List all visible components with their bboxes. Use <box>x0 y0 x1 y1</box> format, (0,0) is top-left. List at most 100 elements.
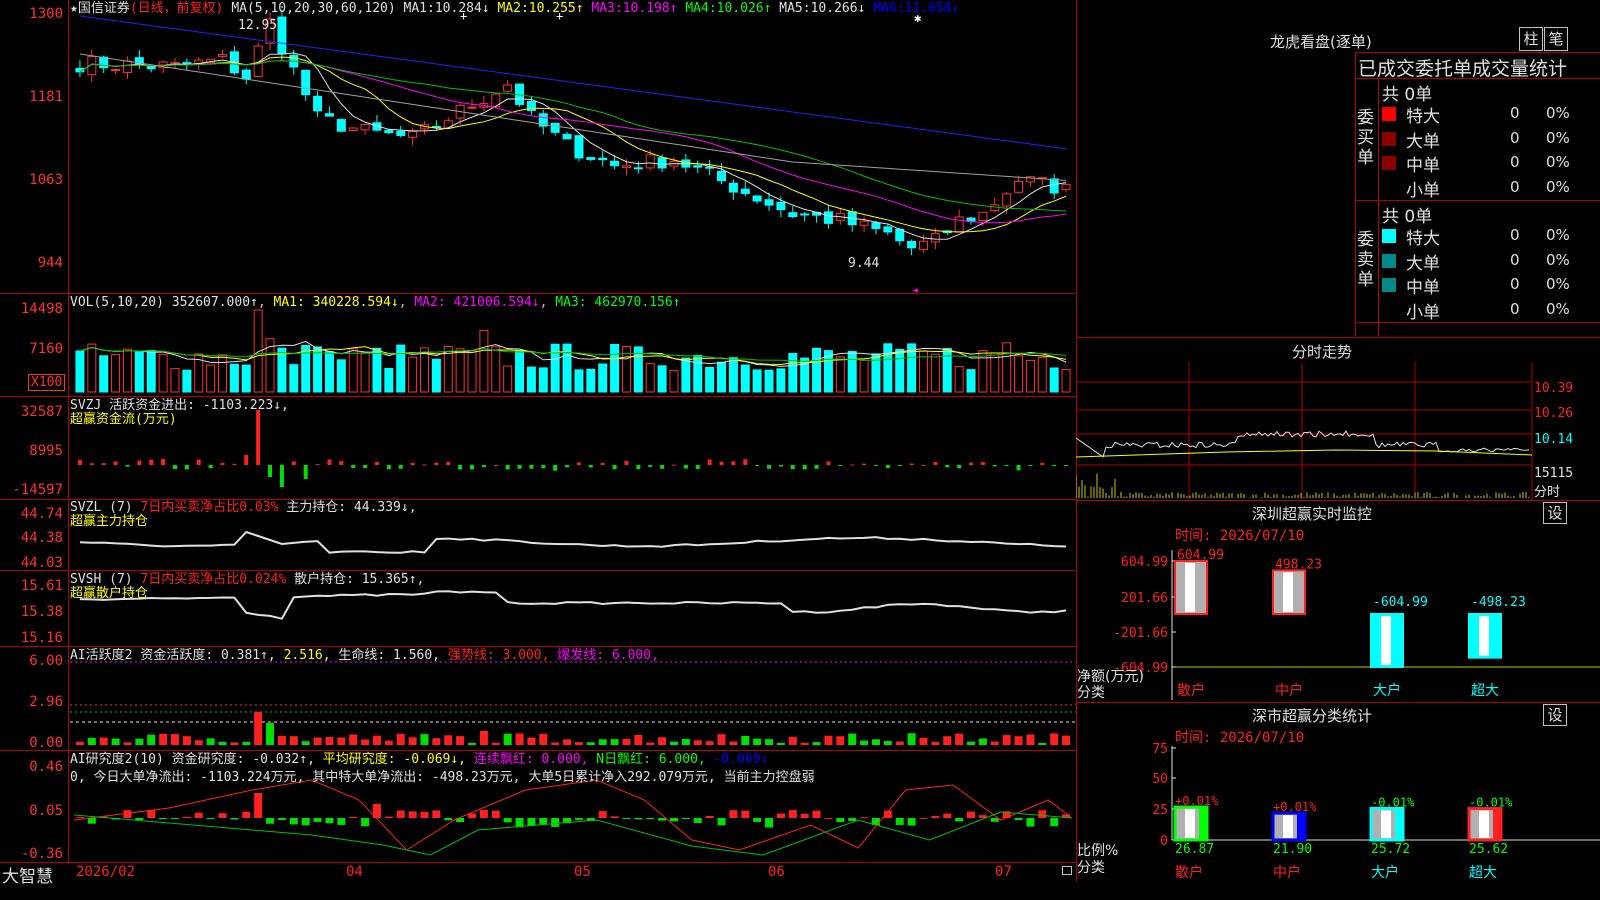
volume-bar <box>1002 342 1012 393</box>
buy-row-pct: 0% <box>1546 104 1570 122</box>
candle-body <box>764 199 774 206</box>
research-bar <box>147 809 156 818</box>
fund-flow-bar <box>232 463 237 465</box>
activity-bar <box>408 737 417 745</box>
candle-body <box>467 106 477 109</box>
svsh-value: 散户持仓: 15.365↑, <box>294 572 425 587</box>
research-bar <box>206 818 215 819</box>
research-bar <box>955 818 964 822</box>
cls-category-label: 中户 <box>1273 864 1301 881</box>
activity-bar <box>967 741 976 745</box>
y-label: 15.61 <box>20 578 63 594</box>
fund-flow-bar <box>933 461 938 465</box>
y-label: 44.03 <box>20 555 63 571</box>
activity-bar <box>919 737 928 745</box>
research-bar <box>860 817 869 819</box>
volume-bar <box>645 363 655 393</box>
candle-body <box>978 211 988 222</box>
sz-bar-highlight <box>1479 616 1489 656</box>
svsh-header: SVSH (7) 7日内买卖净占比0.024% 散户持仓: 15.365↑, <box>70 572 424 587</box>
fund-flow-bar <box>303 465 308 479</box>
intraday-chart[interactable] <box>1076 362 1600 500</box>
volume-bar <box>277 347 287 393</box>
fund-flow-bar <box>113 461 118 465</box>
app-name[interactable]: 大智慧 <box>2 862 53 887</box>
volume-bar <box>657 365 667 393</box>
ma1-label: MA1: <box>403 1 435 16</box>
fund-flow-bar <box>291 461 296 465</box>
research-bar <box>658 818 667 821</box>
activity-bar <box>907 733 916 745</box>
sz-net-chart: 604.99 201.66 -201.66 -604.99 604.99 散户 498.23… <box>1113 548 1600 700</box>
research-bar <box>408 811 417 818</box>
research-bar <box>432 810 441 818</box>
fund-flow-bar <box>77 459 82 465</box>
fund-flow-bar <box>731 461 736 465</box>
research-bar <box>800 813 809 818</box>
sell-row-pct: 0% <box>1546 299 1570 318</box>
activity-bar <box>931 741 940 745</box>
cls-bar-change <box>1493 808 1501 840</box>
research-bar <box>776 813 785 818</box>
activity-bar <box>681 738 690 745</box>
cls-bar-highlight <box>1185 809 1195 838</box>
volume-bar <box>360 352 370 393</box>
candle-body <box>218 53 228 57</box>
activity-bar <box>717 734 726 745</box>
activity-bar <box>479 731 488 745</box>
chart-mode[interactable]: (日线，前复权) <box>130 1 224 16</box>
research-bar <box>277 818 286 821</box>
fund-flow-bar <box>790 465 795 470</box>
y-label: 1063 <box>29 172 63 188</box>
activity-bar <box>860 740 869 745</box>
activity-bar <box>159 733 168 745</box>
fund-flow-bar <box>137 460 142 465</box>
activity-bar <box>646 742 655 745</box>
vol-title: VOL(5,10,20) <box>70 295 164 310</box>
activity-bar <box>693 740 702 745</box>
candle-body <box>800 213 810 216</box>
buy-row-count: 0 <box>1510 153 1520 171</box>
sz-y-label: 201.66 <box>1121 591 1168 606</box>
fund-flow-bar <box>778 465 783 467</box>
volume-bar <box>586 368 596 393</box>
fund-flow-bar <box>755 465 760 466</box>
research-bar <box>1038 810 1047 818</box>
cls-bar-highlight <box>1381 810 1391 838</box>
volume-bar <box>289 364 299 393</box>
cls-bar-change <box>1199 807 1207 840</box>
activity-bar <box>491 742 500 745</box>
research-bar <box>135 818 144 820</box>
sz-bar-highlight <box>1381 616 1391 665</box>
volume-bar <box>336 359 346 393</box>
volume-bar <box>111 354 121 393</box>
research-bar <box>479 810 488 818</box>
volume-bar <box>170 368 180 393</box>
activity-bar <box>598 739 607 745</box>
research-bar <box>788 810 797 818</box>
activity-bar <box>206 738 215 745</box>
candle-body <box>907 240 917 249</box>
buy-color-swatch <box>1382 180 1396 195</box>
sz-settings-button[interactable]: 设 <box>1543 502 1567 524</box>
y-label: 6.00 <box>29 653 63 669</box>
panel-divider <box>1076 702 1600 703</box>
stock-name[interactable]: 国信证券 <box>78 1 130 16</box>
intraday-tab[interactable]: 分时 <box>1534 481 1560 500</box>
activity-bar <box>301 741 310 745</box>
candle-body <box>122 60 132 73</box>
volume-bar <box>788 352 798 393</box>
activity-bar <box>1062 735 1071 745</box>
research-bar <box>610 816 619 818</box>
tick-mode-button[interactable]: 笔 <box>1544 27 1568 51</box>
lock-icon[interactable] <box>1062 866 1072 875</box>
candle-body <box>788 212 798 218</box>
sell-row-name: 大单 <box>1406 253 1440 274</box>
class-stats-title: 深市超赢分类统计 <box>1252 707 1373 725</box>
class-settings-button[interactable]: 设 <box>1543 704 1567 726</box>
activity-bar <box>111 738 120 745</box>
bar-mode-button[interactable]: 柱 <box>1519 27 1543 51</box>
y-label: 0.00 <box>29 735 63 751</box>
volume-bar <box>158 353 168 393</box>
y-label: 0.46 <box>29 759 63 775</box>
